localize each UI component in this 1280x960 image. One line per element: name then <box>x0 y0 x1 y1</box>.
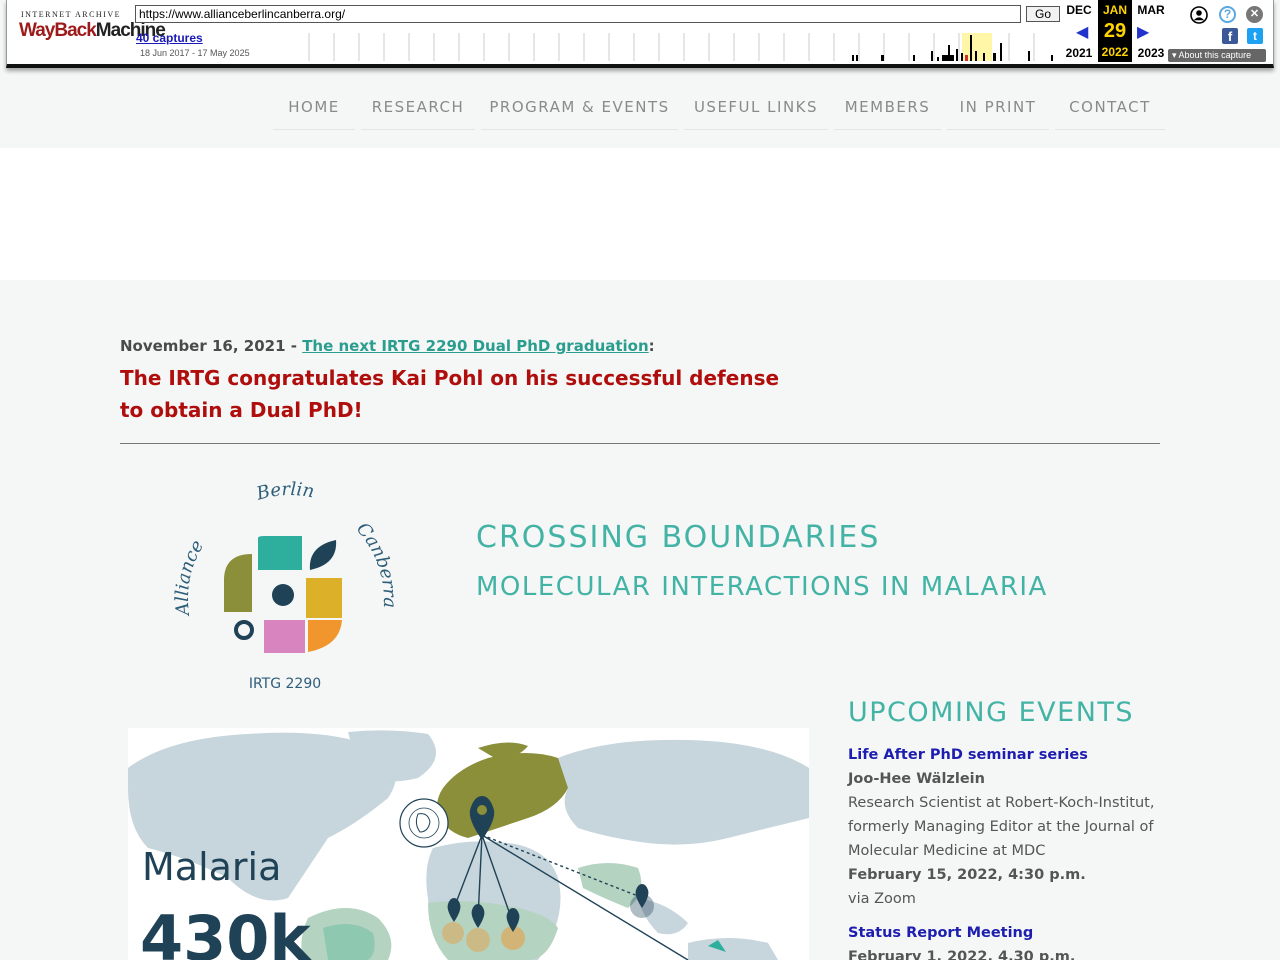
capture-date-range: 18 Jun 2017 - 17 May 2025 <box>140 48 250 58</box>
wayback-go-button[interactable]: Go <box>1026 6 1060 22</box>
nav-research[interactable]: RESEARCH <box>361 96 475 130</box>
next-capture-icon[interactable]: ▶ <box>1137 22 1149 42</box>
nav-home[interactable]: HOME <box>273 96 355 130</box>
about-capture-button[interactable]: ▾ About this capture <box>1168 49 1266 62</box>
current-capture-date: JAN 29 2022 <box>1098 0 1132 62</box>
announcement-date: November 16, 2021 - The next IRTG 2290 D… <box>120 337 655 355</box>
divider <box>120 443 1160 444</box>
event-item: Life After PhD seminar series Joo-Hee Wä… <box>848 743 1168 911</box>
facebook-icon[interactable]: f <box>1222 28 1238 44</box>
logo-arc-alliance: Alliance <box>172 537 208 619</box>
nav-useful-links[interactable]: USEFUL LINKS <box>684 96 828 130</box>
map-stat: 430k <box>140 902 312 960</box>
event-item: Status Report Meeting February 1, 2022, … <box>848 921 1168 960</box>
irtg-logo: Berlin Alliance Canberra IRTG 2290 <box>172 479 400 692</box>
event-date: February 15, 2022, 4:30 p.m. <box>848 867 1086 883</box>
internet-archive-label: INTERNET ARCHIVE <box>20 10 122 19</box>
chevron-down-icon: ▾ <box>1172 50 1177 60</box>
event-speaker: Joo-Hee Wälzlein <box>848 771 985 787</box>
capture-sparkline[interactable] <box>307 33 1059 61</box>
nav-members[interactable]: MEMBERS <box>834 96 941 130</box>
announcement-headline: The IRTG congratulates Kai Pohl on his s… <box>120 366 780 422</box>
graduation-link[interactable]: The next IRTG 2290 Dual PhD graduation <box>302 337 648 355</box>
event-venue: via Zoom <box>848 891 916 907</box>
event-date: February 1, 2022, 4.30 p.m. <box>848 949 1076 960</box>
close-icon[interactable]: ✕ <box>1246 6 1263 23</box>
prev-capture-icon[interactable]: ◀ <box>1076 22 1088 42</box>
twitter-icon[interactable]: t <box>1247 28 1263 44</box>
main-nav: HOME RESEARCH PROGRAM & EVENTS USEFUL LI… <box>0 68 1280 148</box>
captures-link[interactable]: 40 captures <box>136 31 203 45</box>
prev-year-label[interactable]: 2021 <box>1061 46 1097 60</box>
tagline-title: CROSSING BOUNDARIES <box>476 520 881 555</box>
nav-program-events[interactable]: PROGRAM & EVENTS <box>481 96 678 130</box>
malaria-world-map: Malaria 430k <box>128 728 809 960</box>
nav-in-print[interactable]: IN PRINT <box>947 96 1049 130</box>
wayback-logo[interactable]: INTERNET ARCHIVE WayBackMachine <box>19 10 166 43</box>
upcoming-events-heading: UPCOMING EVENTS <box>848 697 1135 728</box>
wayback-toolbar: INTERNET ARCHIVE WayBackMachine https://… <box>6 0 1274 68</box>
user-account-icon[interactable] <box>1190 6 1208 24</box>
wayback-machine-wordmark: WayBackMachine <box>19 20 166 41</box>
event-title-link[interactable]: Status Report Meeting <box>848 921 1168 945</box>
wayback-url-input[interactable]: https://www.allianceberlincanberra.org/ <box>135 5 1021 23</box>
help-icon[interactable]: ? <box>1219 6 1236 23</box>
logo-arc-berlin: Berlin <box>253 479 316 505</box>
event-title-link[interactable]: Life After PhD seminar series <box>848 743 1168 767</box>
current-year: 2022 <box>1101 45 1129 59</box>
event-description: Research Scientist at Robert-Koch-Instit… <box>848 795 1155 859</box>
map-malaria-title: Malaria <box>142 845 281 889</box>
logo-caption: IRTG 2290 <box>249 676 321 692</box>
next-year-label[interactable]: 2023 <box>1133 46 1169 60</box>
current-day: 29 <box>1103 20 1127 42</box>
next-month-label[interactable]: MAR <box>1133 3 1169 17</box>
current-month: JAN <box>1102 3 1127 17</box>
prev-month-label[interactable]: DEC <box>1061 3 1097 17</box>
nav-contact[interactable]: CONTACT <box>1055 96 1165 130</box>
header-banner <box>0 148 1280 280</box>
tagline-subtitle: MOLECULAR INTERACTIONS IN MALARIA <box>476 572 1048 602</box>
logo-arc-canberra: Canberra <box>352 519 400 608</box>
